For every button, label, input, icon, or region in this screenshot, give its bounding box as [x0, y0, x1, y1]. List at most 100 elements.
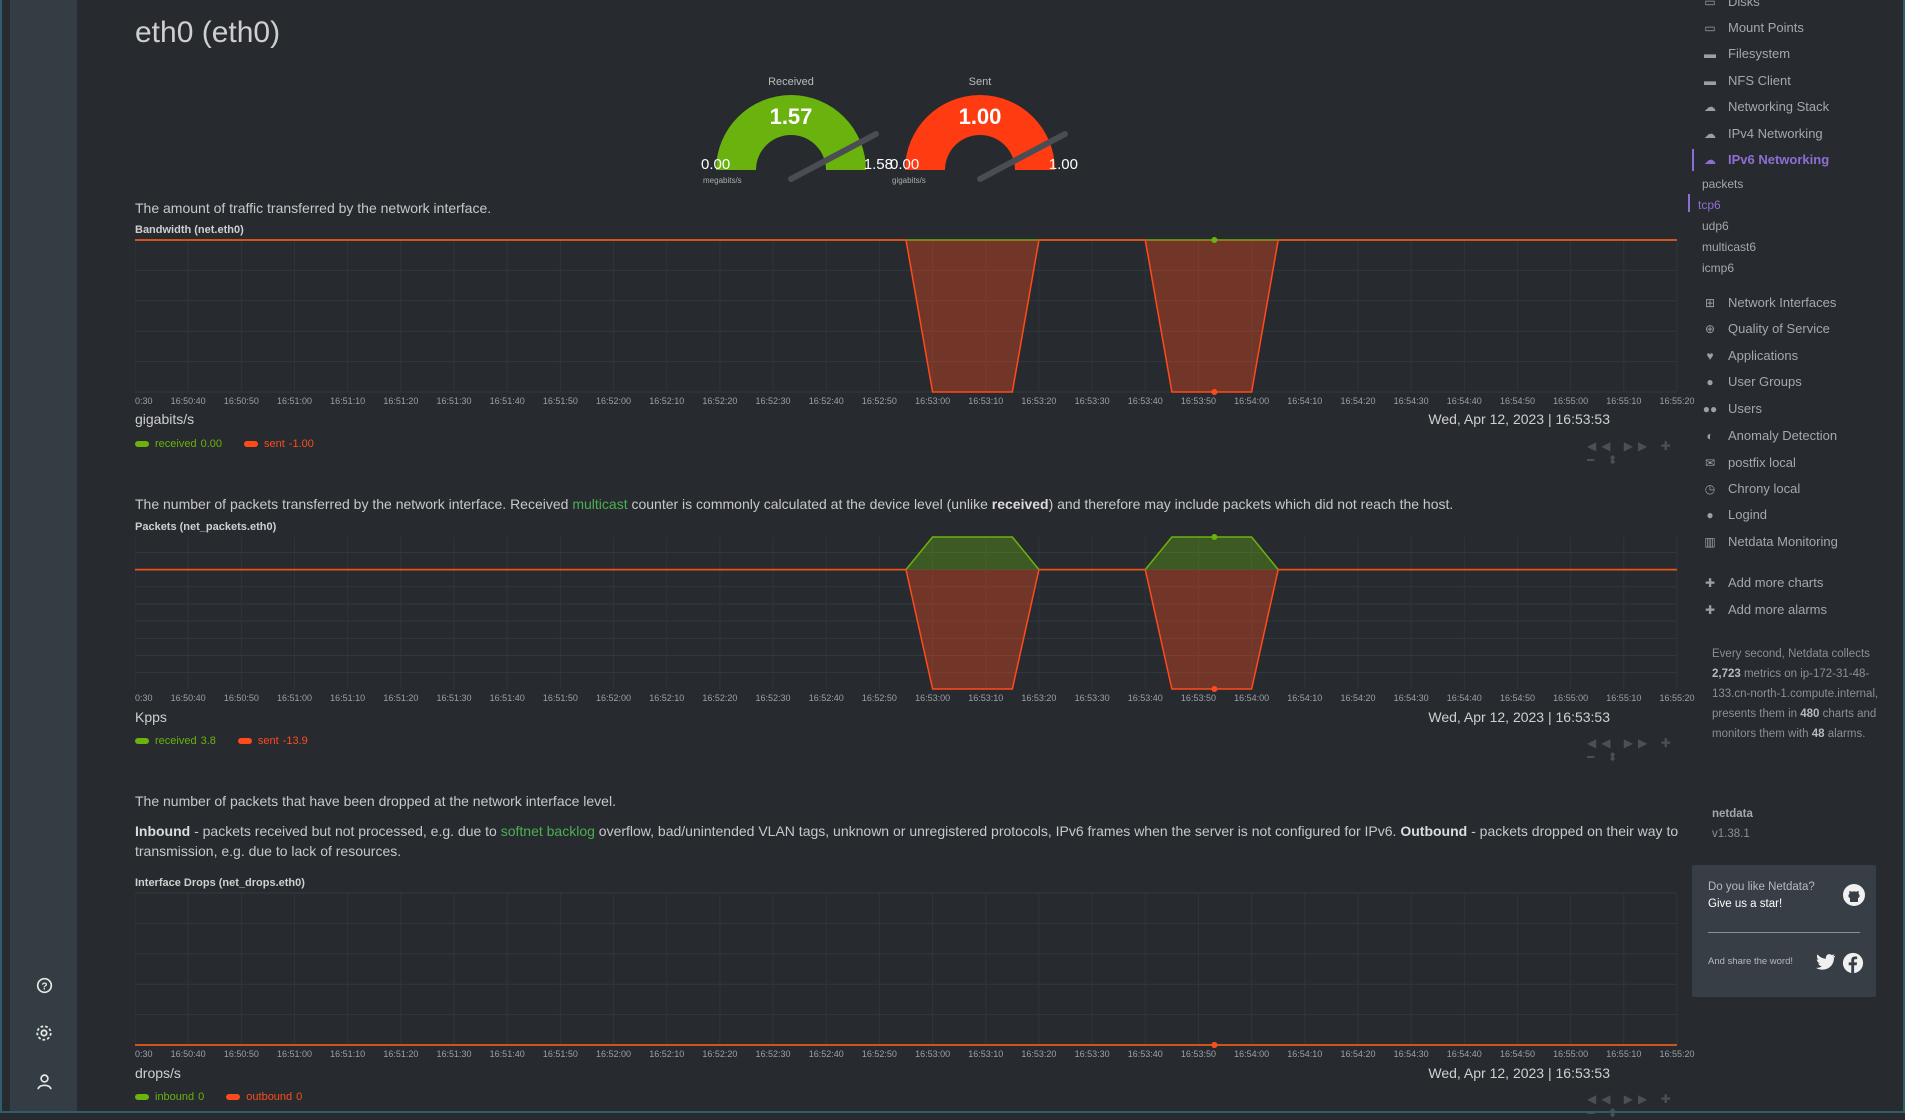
x-tick-label: 16:53:20	[1021, 396, 1056, 406]
x-tick-label: 16:53:50	[1181, 396, 1216, 406]
drops-description: The number of packets that have been dro…	[135, 793, 616, 809]
hover-point-sent	[1211, 389, 1218, 395]
subnav-udp6[interactable]: udp6	[1702, 219, 1729, 233]
facebook-icon[interactable]	[1842, 952, 1864, 979]
nav-filesystem[interactable]: ▬ Filesystem	[1692, 46, 1892, 61]
cloud-icon: ☁	[1704, 152, 1716, 167]
svg-text:?: ?	[41, 981, 47, 992]
drops-chart-controls[interactable]: ◀◀ ▶▶ ✚ ━ ⬍	[1587, 1092, 1677, 1120]
nav-postfix-local[interactable]: ✉ postfix local	[1692, 455, 1892, 470]
subnav-icmp6[interactable]: icmp6	[1702, 261, 1734, 275]
nav-users[interactable]: ●● Users	[1692, 401, 1892, 416]
gauge-unit: megabits/s	[703, 176, 742, 185]
x-tick-label: 16:53:00	[915, 693, 950, 703]
nav-label: Users	[1728, 401, 1762, 416]
legend-item-outbound[interactable]: outbound 0	[226, 1091, 302, 1103]
outbound-label: Outbound	[1400, 823, 1468, 839]
subnav-multicast6[interactable]: multicast6	[1702, 240, 1756, 254]
nav-label: IPv6 Networking	[1728, 152, 1830, 167]
nav-nfs-client[interactable]: ▬ NFS Client	[1692, 73, 1892, 88]
softnet-backlog-link[interactable]: softnet backlog	[501, 823, 595, 839]
x-tick-label: 16:50:30	[135, 1049, 153, 1059]
nav-user-groups[interactable]: ● User Groups	[1692, 374, 1892, 389]
x-tick-label: 16:54:20	[1340, 1049, 1375, 1059]
x-tick-label: 16:55:20	[1659, 1049, 1694, 1059]
x-tick-label: 16:52:30	[756, 1049, 791, 1059]
github-icon[interactable]	[1842, 883, 1866, 912]
x-tick-label: 16:53:00	[915, 1049, 950, 1059]
subnav-packets[interactable]: packets	[1702, 177, 1743, 191]
folder-icon: ▬	[1704, 73, 1716, 88]
nav-chrony-local[interactable]: ◷ Chrony local	[1692, 481, 1892, 496]
nav-mount-points[interactable]: ▭ Mount Points	[1692, 20, 1892, 35]
series-area-sent	[135, 240, 1677, 392]
x-tick-label: 16:55:00	[1553, 693, 1588, 703]
x-tick-label: 16:51:00	[277, 693, 312, 703]
legend-item-sent[interactable]: sent -13.9	[237, 735, 308, 747]
subnav-tcp6[interactable]: tcp6	[1688, 194, 1721, 212]
received-gauge: Received 1.57 0.00 1.58 megabits/s	[691, 74, 893, 194]
nav-netdata-monitoring[interactable]: ▥ Netdata Monitoring	[1692, 534, 1892, 549]
add-more-alarms-link[interactable]: ✚ Add more alarms	[1692, 602, 1892, 617]
desc-text: - packets received but not processed, e.…	[190, 823, 501, 839]
x-tick-label: 16:54:30	[1394, 1049, 1429, 1059]
x-tick-label: 16:54:10	[1287, 1049, 1322, 1059]
x-tick-label: 16:54:00	[1234, 1049, 1269, 1059]
bandwidth-chart-controls[interactable]: ◀◀ ▶▶ ✚ ━ ⬍	[1587, 439, 1677, 467]
x-tick-label: 16:50:40	[171, 693, 206, 703]
x-tick-label: 16:52:40	[809, 693, 844, 703]
nav-label: Quality of Service	[1728, 321, 1830, 336]
bandwidth-chart[interactable]: 0.00-0.20-0.40-0.60-0.80-1.0016:50:3016:…	[135, 232, 1745, 410]
user-icon: ●	[1706, 507, 1714, 522]
x-tick-label: 16:50:30	[135, 693, 153, 703]
hover-point-outbound	[1211, 1042, 1218, 1048]
legend-item-inbound[interactable]: inbound 0	[135, 1091, 204, 1103]
x-tick-label: 16:54:00	[1234, 396, 1269, 406]
nav-networking-stack[interactable]: ☁ Networking Stack	[1692, 99, 1892, 114]
drops-unit: drops/s	[135, 1065, 181, 1081]
x-tick-label: 16:53:30	[1075, 1049, 1110, 1059]
desc-text: The number of packets transferred by the…	[135, 496, 573, 512]
give-star-link[interactable]: Give us a star!	[1708, 898, 1782, 910]
legend-name: inbound	[155, 1091, 195, 1103]
nav-network-interfaces[interactable]: ⊞ Network Interfaces	[1692, 295, 1892, 310]
nav-disks[interactable]: ▭ Disks	[1692, 0, 1892, 9]
multicast-link[interactable]: multicast	[572, 496, 627, 512]
desc-text: counter is commonly calculated at the de…	[627, 496, 992, 512]
x-tick-label: 16:50:50	[224, 1049, 259, 1059]
gauge-value: 1.57	[769, 104, 813, 129]
x-tick-label: 16:52:00	[596, 1049, 631, 1059]
help-icon[interactable]: ?	[34, 975, 54, 995]
legend-item-received[interactable]: received 3.8	[135, 735, 216, 747]
nav-ipv6-networking[interactable]: ☁ IPv6 Networking	[1692, 149, 1892, 171]
x-tick-label: 16:54:30	[1394, 396, 1429, 406]
hover-point-sent	[1211, 686, 1218, 692]
series-area-received	[135, 537, 1677, 570]
x-tick-label: 16:55:20	[1659, 693, 1694, 703]
legend-item-received[interactable]: received 0.00	[135, 438, 222, 450]
user-account-icon[interactable]	[34, 1071, 54, 1091]
packets-chart-controls[interactable]: ◀◀ ▶▶ ✚ ━ ⬍	[1587, 736, 1677, 764]
nav-ipv4-networking[interactable]: ☁ IPv4 Networking	[1692, 126, 1892, 141]
disk-icon: ▭	[1704, 0, 1716, 9]
netdata-info-text: Every second, Netdata collects 2,723 met…	[1712, 644, 1887, 744]
x-tick-label: 16:54:50	[1500, 396, 1535, 406]
add-more-charts-link[interactable]: ✚ Add more charts	[1692, 575, 1892, 590]
x-tick-label: 16:55:10	[1606, 693, 1641, 703]
settings-gear-icon[interactable]	[34, 1023, 54, 1043]
twitter-icon[interactable]	[1816, 953, 1836, 976]
nav-quality-of-service[interactable]: ⊕ Quality of Service	[1692, 321, 1892, 336]
x-tick-label: 16:53:50	[1181, 693, 1216, 703]
x-tick-label: 16:55:10	[1606, 1049, 1641, 1059]
desc-text: ) and therefore may include packets whic…	[1048, 496, 1454, 512]
nav-label: Add more charts	[1728, 575, 1824, 590]
packets-chart[interactable]: 2.00.0-2.0-4.0-6.0-8.0-10.0-12.016:50:30…	[135, 529, 1745, 707]
desc-text: overflow, bad/unintended VLAN tags, unkn…	[594, 823, 1401, 839]
x-tick-label: 16:54:50	[1500, 1049, 1535, 1059]
legend-item-sent[interactable]: sent -1.00	[244, 438, 314, 450]
nav-applications[interactable]: ♥ Applications	[1692, 348, 1892, 363]
nav-logind[interactable]: ● Logind	[1692, 507, 1892, 522]
heart-icon: ♥	[1706, 348, 1714, 363]
drops-chart[interactable]: 10.80.60.40.2016:50:3016:50:4016:50:5016…	[135, 885, 1745, 1063]
nav-anomaly-detection[interactable]: ◐ Anomaly Detection	[1692, 428, 1892, 443]
